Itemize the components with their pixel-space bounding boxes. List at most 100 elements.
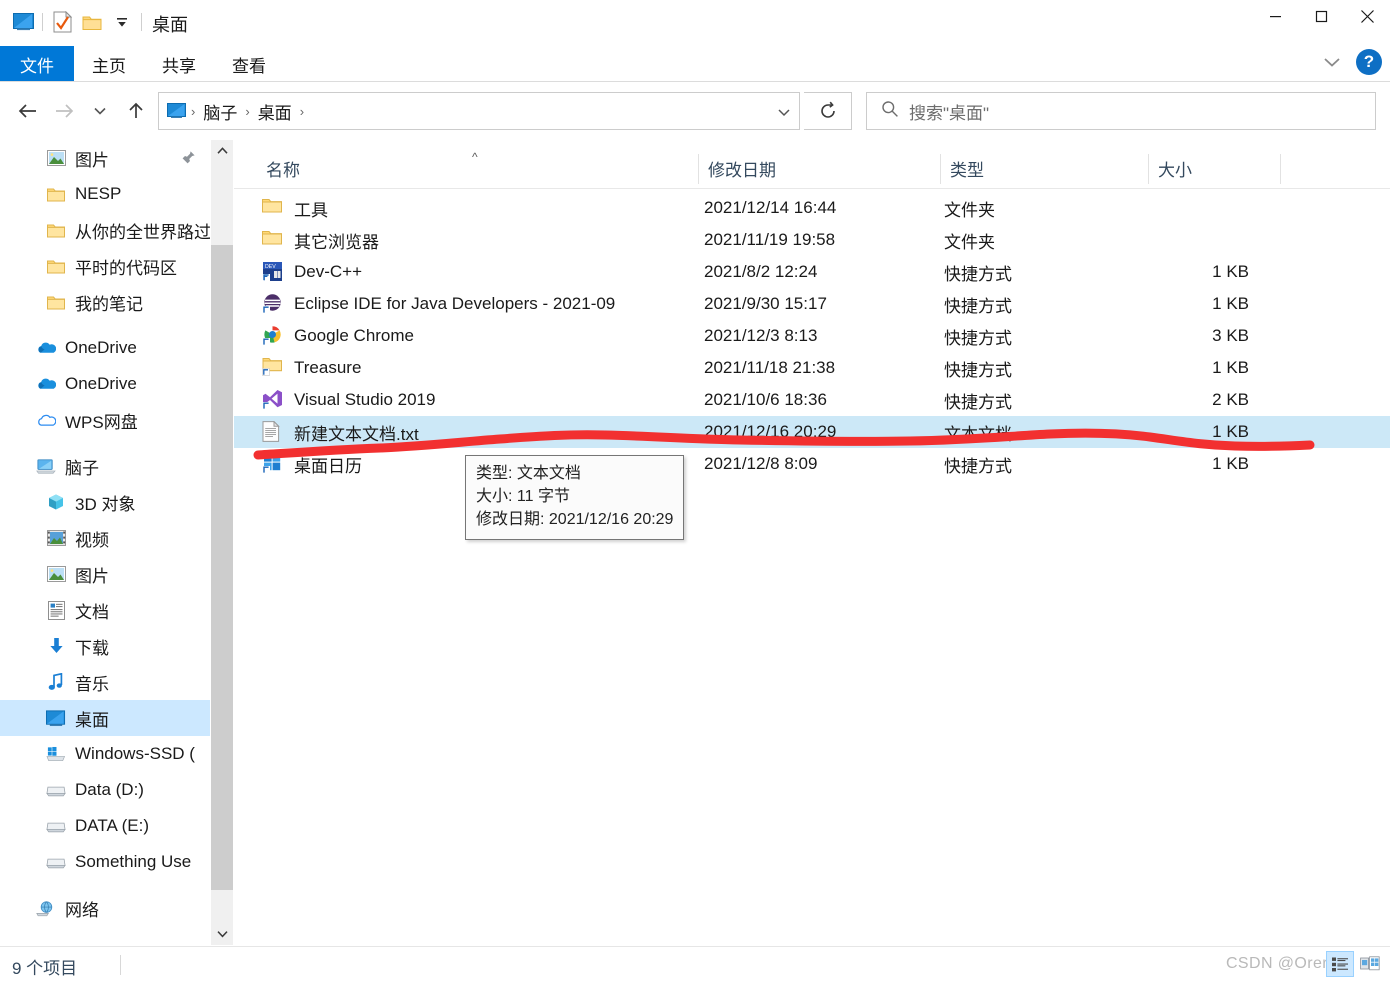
column-divider-4[interactable] bbox=[1280, 154, 1281, 184]
sidebar-item-network[interactable]: 网络 bbox=[0, 890, 210, 926]
sidebar-item-data-e[interactable]: DATA (E:) bbox=[0, 808, 210, 844]
sidebar-item-downloads[interactable]: 下载 bbox=[0, 628, 210, 664]
sidebar-label: 从你的全世界路过 bbox=[75, 222, 210, 242]
tab-view[interactable]: 查看 bbox=[214, 46, 284, 82]
navigation-buttons bbox=[10, 88, 154, 134]
cell-type: 快捷方式 bbox=[944, 392, 1012, 412]
visualstudio-icon bbox=[262, 389, 284, 411]
tab-share[interactable]: 共享 bbox=[144, 46, 214, 82]
sidebar-item-documents[interactable]: 文档 bbox=[0, 592, 210, 628]
recent-locations-button[interactable] bbox=[82, 91, 118, 131]
cell-name: 桌面日历 bbox=[262, 448, 362, 480]
column-header-name[interactable]: 名称 bbox=[258, 148, 698, 188]
sidebar-item-desktop[interactable]: 桌面 bbox=[0, 700, 210, 736]
file-name: 其它浏览器 bbox=[294, 232, 379, 252]
table-row-selected[interactable]: 新建文本文档.txt 2021/12/16 20:29 文本文档 1 KB bbox=[234, 416, 1390, 448]
table-row[interactable]: 桌面日历 2021/12/8 8:09 快捷方式 1 KB bbox=[234, 448, 1390, 480]
minimize-button[interactable] bbox=[1252, 0, 1298, 32]
table-row[interactable]: Eclipse IDE for Java Developers - 2021-0… bbox=[234, 288, 1390, 320]
table-row[interactable]: Visual Studio 2019 2021/10/6 18:36 快捷方式 … bbox=[234, 384, 1390, 416]
sidebar-item-onedrive-2[interactable]: OneDrive bbox=[0, 366, 210, 402]
tab-file[interactable]: 文件 bbox=[0, 46, 74, 82]
window-controls bbox=[1252, 0, 1390, 32]
breadcrumb-separator-0[interactable]: › bbox=[188, 104, 198, 119]
ribbon-tabs: 文件 主页 共享 查看 ? bbox=[0, 46, 1390, 82]
sidebar-item-nesp[interactable]: NESP bbox=[0, 176, 210, 212]
file-name: Dev-C++ bbox=[294, 262, 363, 281]
back-button[interactable] bbox=[10, 91, 46, 131]
table-row[interactable]: DEV Dev-C++ 2021/8/2 12:24 快捷方式 1 KB bbox=[234, 256, 1390, 288]
large-icons-view-button[interactable] bbox=[1356, 951, 1384, 977]
search-icon bbox=[881, 100, 899, 123]
nav-group-gap bbox=[0, 320, 210, 330]
cell-date: 2021/12/14 16:44 bbox=[704, 198, 837, 217]
sidebar-item-code[interactable]: 平时的代码区 bbox=[0, 248, 210, 284]
sidebar-item-3d-objects[interactable]: 3D 对象 bbox=[0, 484, 210, 520]
windows-drive-icon bbox=[46, 744, 66, 764]
cell-size: 1 KB bbox=[1212, 262, 1249, 281]
scrollbar-thumb[interactable] bbox=[211, 245, 233, 890]
maximize-button[interactable] bbox=[1298, 0, 1344, 32]
sidebar-item-windows-ssd[interactable]: Windows-SSD ( bbox=[0, 736, 210, 772]
help-button[interactable]: ? bbox=[1356, 49, 1382, 75]
properties-icon[interactable] bbox=[47, 7, 77, 37]
music-icon bbox=[46, 672, 66, 692]
cell-type: 快捷方式 bbox=[944, 296, 1012, 316]
close-button[interactable] bbox=[1344, 0, 1390, 32]
breadcrumb-separator-2[interactable]: › bbox=[297, 104, 307, 119]
sidebar-item-this-pc[interactable]: 脑子 bbox=[0, 448, 210, 484]
scroll-up-icon[interactable] bbox=[211, 140, 233, 162]
toolbar-separator-2 bbox=[141, 13, 142, 31]
sidebar-item-pictures[interactable]: 图片 bbox=[0, 556, 210, 592]
forward-button[interactable] bbox=[46, 91, 82, 131]
sidebar-item-music[interactable]: 音乐 bbox=[0, 664, 210, 700]
up-button[interactable] bbox=[118, 91, 154, 131]
sidebar-item-wps-cloud[interactable]: WPS网盘 bbox=[0, 402, 210, 438]
column-divider-3[interactable] bbox=[1148, 154, 1149, 184]
address-dropdown-icon[interactable] bbox=[777, 105, 791, 123]
tab-home[interactable]: 主页 bbox=[74, 46, 144, 82]
search-input[interactable]: 搜索"桌面" bbox=[909, 99, 989, 124]
column-divider-2[interactable] bbox=[940, 154, 941, 184]
sidebar-item-pictures-quick[interactable]: 图片 bbox=[0, 140, 210, 176]
column-header-size[interactable]: 大小 bbox=[1150, 148, 1280, 188]
3d-objects-icon bbox=[46, 492, 66, 512]
cell-name: 其它浏览器 bbox=[262, 224, 379, 256]
chevron-down-icon[interactable] bbox=[1318, 48, 1346, 76]
file-name: 桌面日历 bbox=[294, 456, 362, 476]
column-header-date[interactable]: 修改日期 bbox=[700, 148, 940, 188]
sidebar-item-notes[interactable]: 我的笔记 bbox=[0, 284, 210, 320]
details-view-button[interactable] bbox=[1326, 951, 1354, 977]
sidebar-item-onedrive-1[interactable]: OneDrive bbox=[0, 330, 210, 366]
breadcrumb-separator-1[interactable]: › bbox=[242, 104, 252, 119]
address-path-box[interactable]: › 脑子 › 桌面 › bbox=[158, 92, 800, 130]
cell-name: Visual Studio 2019 bbox=[262, 384, 435, 416]
breadcrumb-item-1[interactable]: 桌面 bbox=[253, 97, 297, 126]
table-row[interactable]: 工具 2021/12/14 16:44 文件夹 bbox=[234, 192, 1390, 224]
table-row[interactable]: Google Chrome 2021/12/3 8:13 快捷方式 3 KB bbox=[234, 320, 1390, 352]
breadcrumb-root-icon[interactable] bbox=[167, 103, 188, 119]
table-row[interactable]: 其它浏览器 2021/11/19 19:58 文件夹 bbox=[234, 224, 1390, 256]
scroll-down-icon[interactable] bbox=[211, 923, 233, 945]
sidebar-item-world[interactable]: 从你的全世界路过 bbox=[0, 212, 210, 248]
pin-icon[interactable] bbox=[181, 150, 196, 170]
desktop-icon[interactable] bbox=[8, 7, 38, 37]
sidebar-item-videos[interactable]: 视频 bbox=[0, 520, 210, 556]
folder-icon bbox=[46, 256, 66, 276]
cell-size: 2 KB bbox=[1212, 390, 1249, 409]
folder-icon bbox=[262, 229, 284, 251]
view-mode-buttons bbox=[1326, 951, 1384, 977]
sidebar-item-something-use[interactable]: Something Use bbox=[0, 844, 210, 880]
new-folder-icon[interactable] bbox=[77, 7, 107, 37]
sidebar-item-data-d[interactable]: Data (D:) bbox=[0, 772, 210, 808]
column-header-type[interactable]: 类型 bbox=[942, 148, 1148, 188]
table-row[interactable]: Treasure 2021/11/18 21:38 快捷方式 1 KB bbox=[234, 352, 1390, 384]
navigation-pane-scrollbar[interactable] bbox=[211, 140, 233, 945]
search-box[interactable]: 搜索"桌面" bbox=[866, 92, 1376, 130]
customize-dropdown-icon[interactable] bbox=[107, 7, 137, 37]
column-divider-1[interactable] bbox=[698, 154, 699, 184]
breadcrumb-item-0[interactable]: 脑子 bbox=[198, 97, 242, 126]
sidebar-label: 网络 bbox=[65, 900, 99, 920]
cell-type: 文件夹 bbox=[944, 232, 995, 252]
refresh-button[interactable] bbox=[804, 92, 852, 130]
